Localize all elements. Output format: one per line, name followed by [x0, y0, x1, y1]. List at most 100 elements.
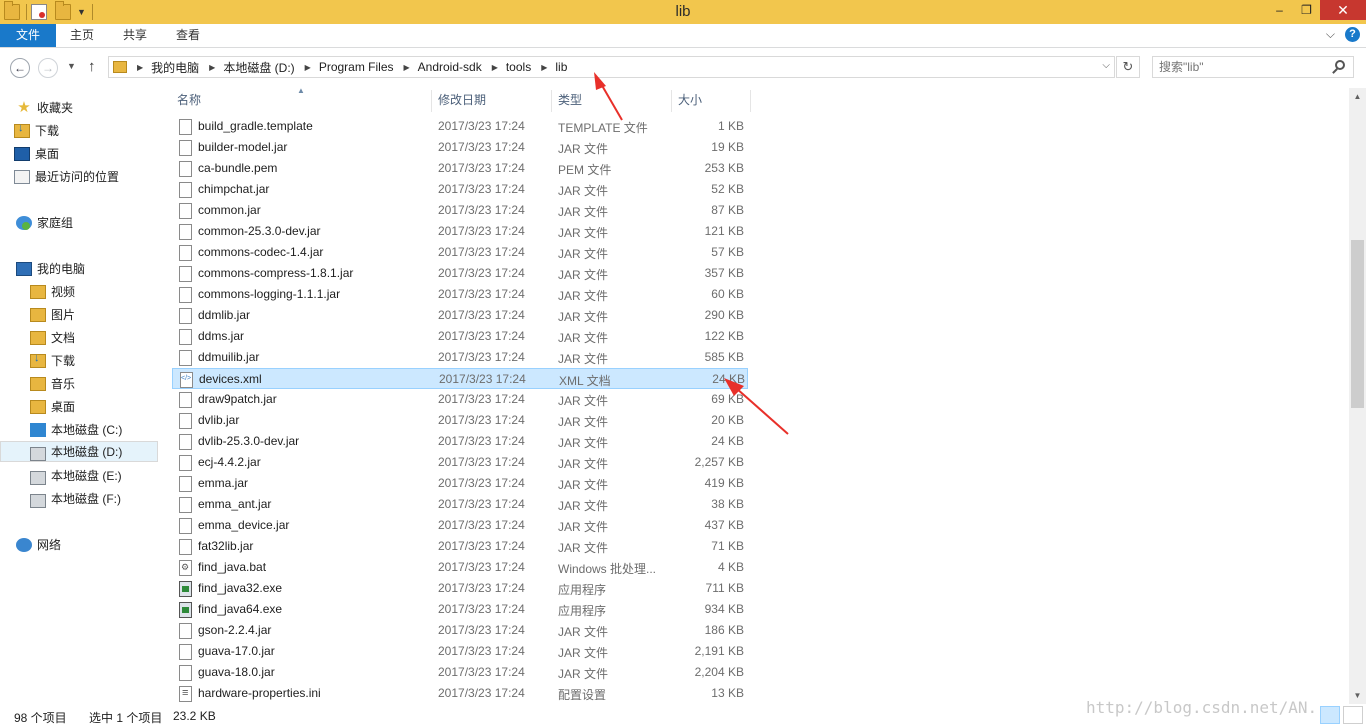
nav-item-documents[interactable]: 文档 — [0, 327, 158, 348]
file-row-selected[interactable]: devices.xml 2017/3/23 17:24 XML 文档 24 KB — [172, 368, 748, 389]
search-box[interactable] — [1152, 56, 1354, 78]
file-row[interactable]: build_gradle.template 2017/3/23 17:24 TEMP… — [172, 116, 748, 137]
file-row[interactable]: find_java32.exe 2017/3/23 17:24 应用程序 711 KB — [172, 578, 748, 599]
file-row[interactable]: emma_device.jar 2017/3/23 17:24 JAR 文件 437 … — [172, 515, 748, 536]
scrollbar-thumb[interactable] — [1351, 240, 1364, 408]
file-row[interactable]: hardware-properties.ini 2017/3/23 17:24 配置… — [172, 683, 748, 704]
up-button[interactable]: ↑ — [88, 58, 96, 75]
column-divider[interactable] — [750, 90, 751, 112]
file-row[interactable]: ecj-4.4.2.jar 2017/3/23 17:24 JAR 文件 2,257 … — [172, 452, 748, 473]
drive-icon — [30, 470, 46, 485]
scroll-down-arrow-icon[interactable]: ▼ — [1349, 687, 1366, 704]
column-divider[interactable] — [671, 90, 672, 112]
nav-item-drive-c[interactable]: 本地磁盘 (C:) — [0, 419, 158, 440]
file-row[interactable]: ca-bundle.pem 2017/3/23 17:24 PEM 文件 253 KB — [172, 158, 748, 179]
nav-item-videos[interactable]: 视频 — [0, 281, 158, 302]
file-row[interactable]: builder-model.jar 2017/3/23 17:24 JAR 文件 19… — [172, 137, 748, 158]
tab-file[interactable]: 文件 — [0, 24, 56, 47]
file-row[interactable]: emma.jar 2017/3/23 17:24 JAR 文件 419 KB — [172, 473, 748, 494]
breadcrumb-item[interactable]: Android-sdk — [418, 60, 482, 74]
file-row[interactable]: find_java.bat 2017/3/23 17:24 Windows 批处理.… — [172, 557, 748, 578]
file-row[interactable]: commons-logging-1.1.1.jar 2017/3/23 17:24… — [172, 284, 748, 305]
file-size: 60 KB — [711, 287, 744, 301]
breadcrumb-separator-icon[interactable]: ▶ — [404, 63, 410, 72]
nav-item-drive-f[interactable]: 本地磁盘 (F:) — [0, 488, 158, 509]
breadcrumb-separator-icon[interactable]: ▶ — [305, 63, 311, 72]
address-bar[interactable]: ▶ 我的电脑 ▶ 本地磁盘 (D:) ▶ Program Files ▶ And… — [108, 56, 1115, 78]
file-row[interactable]: ddmlib.jar 2017/3/23 17:24 JAR 文件 290 KB — [172, 305, 748, 326]
nav-item-desktop-pc[interactable]: 桌面 — [0, 396, 158, 417]
breadcrumb-separator-icon[interactable]: ▶ — [541, 63, 547, 72]
file-name: commons-logging-1.1.1.jar — [198, 287, 341, 301]
breadcrumb-separator-icon[interactable]: ▶ — [209, 63, 215, 72]
tab-home[interactable]: 主页 — [70, 24, 94, 47]
file-row[interactable]: draw9patch.jar 2017/3/23 17:24 JAR 文件 69 KB — [172, 389, 748, 410]
file-row[interactable]: ddmuilib.jar 2017/3/23 17:24 JAR 文件 585 KB — [172, 347, 748, 368]
recent-locations-dropdown[interactable]: ▼ — [67, 61, 76, 71]
nav-item-drive-d[interactable]: 本地磁盘 (D:) — [0, 441, 158, 462]
tab-share[interactable]: 共享 — [123, 24, 147, 47]
nav-item-drive-e[interactable]: 本地磁盘 (E:) — [0, 465, 158, 486]
file-row[interactable]: gson-2.2.4.jar 2017/3/23 17:24 JAR 文件 186 K… — [172, 620, 748, 641]
file-row[interactable]: common.jar 2017/3/23 17:24 JAR 文件 87 KB — [172, 200, 748, 221]
breadcrumb-item-current[interactable]: lib — [555, 60, 567, 74]
file-file-icon — [179, 623, 192, 639]
search-input[interactable] — [1159, 57, 1329, 77]
column-header-type[interactable]: 类型 — [558, 88, 582, 112]
breadcrumb-separator-icon[interactable]: ▶ — [137, 63, 143, 72]
forward-button[interactable]: → — [38, 58, 58, 78]
column-header-size[interactable]: 大小 — [678, 88, 702, 112]
file-row[interactable]: guava-17.0.jar 2017/3/23 17:24 JAR 文件 2,191… — [172, 641, 748, 662]
nav-homegroup[interactable]: 家庭组 — [0, 212, 158, 233]
details-view-icon[interactable] — [1320, 706, 1340, 724]
network-icon — [16, 537, 32, 552]
file-row[interactable]: chimpchat.jar 2017/3/23 17:24 JAR 文件 52 KB — [172, 179, 748, 200]
breadcrumb-item[interactable]: Program Files — [319, 60, 394, 74]
file-row[interactable]: commons-codec-1.4.jar 2017/3/23 17:24 JAR … — [172, 242, 748, 263]
scroll-up-arrow-icon[interactable]: ▲ — [1349, 88, 1366, 105]
address-history-dropdown[interactable]: ⌵ — [1102, 60, 1110, 71]
file-row[interactable]: ddms.jar 2017/3/23 17:24 JAR 文件 122 KB — [172, 326, 748, 347]
file-row[interactable]: dvlib-25.3.0-dev.jar 2017/3/23 17:24 JAR 文… — [172, 431, 748, 452]
breadcrumb-item[interactable]: tools — [506, 60, 531, 74]
file-row[interactable]: dvlib.jar 2017/3/23 17:24 JAR 文件 20 KB — [172, 410, 748, 431]
file-row[interactable]: fat32lib.jar 2017/3/23 17:24 JAR 文件 71 KB — [172, 536, 748, 557]
nav-this-pc[interactable]: 我的电脑 — [0, 258, 158, 279]
nav-favorites[interactable]: ★ 收藏夹 — [0, 97, 158, 118]
column-divider[interactable] — [431, 90, 432, 112]
nav-item-downloads[interactable]: 下载 — [0, 120, 158, 141]
ribbon-controls: ⌵ ? — [1326, 27, 1360, 42]
file-row[interactable]: emma_ant.jar 2017/3/23 17:24 JAR 文件 38 KB — [172, 494, 748, 515]
refresh-button[interactable]: ↻ — [1116, 56, 1140, 78]
nav-item-recent-places[interactable]: 最近访问的位置 — [0, 166, 158, 187]
nav-item-downloads-pc[interactable]: 下载 — [0, 350, 158, 371]
sort-ascending-icon: ▲ — [297, 86, 305, 95]
nav-item-pictures[interactable]: 图片 — [0, 304, 158, 325]
file-date: 2017/3/23 17:24 — [438, 686, 525, 700]
file-row[interactable]: guava-18.0.jar 2017/3/23 17:24 JAR 文件 2,204… — [172, 662, 748, 683]
nav-item-music[interactable]: 音乐 — [0, 373, 158, 394]
search-icon[interactable] — [1335, 60, 1345, 70]
column-header-date[interactable]: 修改日期 — [438, 88, 486, 112]
nav-network[interactable]: 网络 — [0, 534, 158, 555]
help-icon[interactable]: ? — [1345, 27, 1360, 42]
window-title: lib — [675, 3, 691, 20]
close-button[interactable]: ✕ — [1320, 0, 1366, 20]
column-header-name[interactable]: 名称 — [177, 88, 201, 112]
breadcrumb-item[interactable]: 我的电脑 — [151, 59, 199, 76]
large-icons-view-icon[interactable] — [1343, 706, 1363, 724]
tab-view[interactable]: 查看 — [176, 24, 200, 47]
maximize-button[interactable]: ❐ — [1293, 0, 1320, 20]
file-row[interactable]: common-25.3.0-dev.jar 2017/3/23 17:24 JAR … — [172, 221, 748, 242]
back-button[interactable]: ← — [10, 58, 30, 78]
nav-item-desktop[interactable]: 桌面 — [0, 143, 158, 164]
file-row[interactable]: find_java64.exe 2017/3/23 17:24 应用程序 934 KB — [172, 599, 748, 620]
breadcrumb-separator-icon[interactable]: ▶ — [492, 63, 498, 72]
column-divider[interactable] — [551, 90, 552, 112]
expand-ribbon-chevron-icon[interactable]: ⌵ — [1326, 27, 1335, 42]
file-row[interactable]: commons-compress-1.8.1.jar 2017/3/23 17:2… — [172, 263, 748, 284]
breadcrumb-item[interactable]: 本地磁盘 (D:) — [223, 59, 294, 76]
vertical-scrollbar[interactable]: ▲ ▼ — [1349, 88, 1366, 704]
minimize-button[interactable]: – — [1266, 0, 1293, 20]
file-date: 2017/3/23 17:24 — [438, 518, 525, 532]
